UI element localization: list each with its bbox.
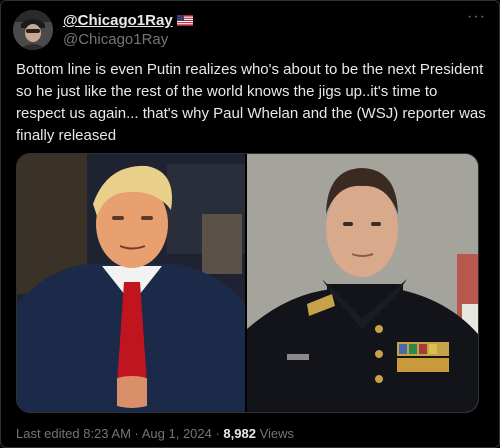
left-photo-image: [17, 154, 245, 412]
avatar[interactable]: [13, 10, 53, 50]
us-flag-icon: [176, 15, 193, 26]
post-media[interactable]: [16, 153, 479, 413]
views-label: Views: [255, 426, 295, 441]
edited-timestamp[interactable]: Last edited 8:23 AM · Aug 1, 2024 ·: [16, 426, 223, 441]
views-count[interactable]: 8,982: [223, 426, 256, 441]
author-name-row: @Chicago1Ray: [63, 12, 193, 29]
left-photo[interactable]: [17, 154, 245, 412]
right-photo-image: [247, 154, 478, 412]
post-footer: Last edited 8:23 AM · Aug 1, 2024 · 8,98…: [16, 426, 294, 441]
avatar-image: [13, 10, 53, 50]
author-handle[interactable]: @Chicago1Ray: [63, 31, 168, 48]
post-text: Bottom line is even Putin realizes who's…: [16, 61, 486, 144]
right-photo[interactable]: [247, 154, 478, 412]
author-display-name[interactable]: @Chicago1Ray: [63, 12, 173, 29]
more-options-icon[interactable]: ···: [467, 8, 486, 26]
